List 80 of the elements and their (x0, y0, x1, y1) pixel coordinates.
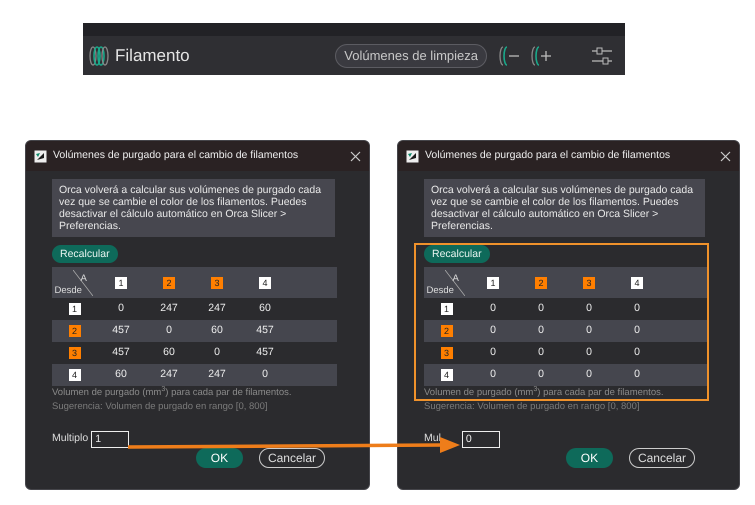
ok-button[interactable]: OK (566, 448, 613, 468)
filament-swatch: 1 (487, 276, 499, 288)
recalculate-button[interactable]: Recalcular (52, 245, 118, 263)
dialog-title: Volúmenes de purgado para el cambio de filamentos (425, 148, 670, 164)
table-cell-text: 0 (117, 301, 125, 316)
filament-swatch: 3 (68, 347, 80, 359)
table-cell-text: 0 (489, 367, 497, 382)
table-cell-text: 60 (114, 367, 128, 382)
table-cell-text: 0 (489, 301, 497, 316)
table-cell-text: 0 (165, 323, 173, 338)
filament-swatch: 3 (440, 347, 452, 359)
table-cell-text: 247 (159, 301, 179, 316)
table-cell-text: 0 (585, 345, 593, 360)
table-cell-text: 0 (633, 323, 641, 338)
info-message: Orca volverá a calcular sus volúmenes de purgado cada vez que se cambie el color de los filamentos. Puedes desactivar el cálculo automático en Orca Slicer > Preferencias. (52, 179, 335, 237)
table-cell-text: 0 (489, 345, 497, 360)
table-cell-text: 457 (255, 323, 275, 338)
table-cell-text: 0 (585, 367, 593, 382)
app-logo-icon (406, 150, 419, 162)
multiplier-field[interactable]: 0 (462, 430, 500, 448)
volume-note: Volumen de purgado (mm$^{3}$) para cada par de filamentos. (424, 387, 664, 399)
table-cell-text: 0 (213, 345, 221, 360)
range-hint: Sugerencia: Volumen de purgado en rango [0, 800] (52, 401, 268, 413)
info-message: Orca volverá a calcular sus volúmenes de purgado cada vez que se cambie el color de los filamentos. Puedes desactivar el cálculo automático en Orca Slicer > Preferencias. (424, 179, 705, 237)
table-cell-text: 457 (255, 345, 275, 360)
spool-icon (89, 44, 109, 66)
table-cell-text: 457 (111, 323, 131, 338)
filament-swatch: 4 (259, 276, 271, 288)
dialog-title: Volúmenes de purgado para el cambio de filamentos (53, 148, 298, 164)
filament-swatch: 2 (68, 325, 80, 337)
table-cell-text: 247 (207, 367, 227, 382)
table-cell-text: 457 (111, 345, 131, 360)
row-axis-label: Desde (54, 284, 82, 298)
table-cell-text: 247 (159, 367, 179, 382)
filament-swatch: 2 (440, 325, 452, 337)
column-axis-label: A (80, 272, 87, 286)
filament-swatch: 1 (68, 303, 80, 315)
recalculate-button[interactable]: Recalcular (424, 245, 490, 263)
filament-swatch: 3 (583, 276, 595, 288)
filament-swatch: 4 (440, 369, 452, 381)
purge-volumes-button[interactable]: Volúmenes de limpieza (335, 44, 487, 68)
app-logo-icon (34, 150, 47, 162)
filament-swatch: 1 (115, 276, 127, 288)
volume-note: Volumen de purgado (mm$^{3}$) para cada par de filamentos. (52, 387, 292, 399)
close-icon[interactable] (350, 150, 361, 162)
filament-swatch: 2 (163, 276, 175, 288)
range-hint: Sugerencia: Volumen de purgado en rango [0, 800] (424, 401, 640, 413)
table-cell-text: 0 (585, 301, 593, 316)
table-cell-text: 0 (633, 345, 641, 360)
table-cell-text: 0 (537, 345, 545, 360)
table-cell-text: 0 (633, 301, 641, 316)
filament-swatch: 3 (211, 276, 223, 288)
add-filament-icon[interactable] (531, 44, 553, 66)
settings-icon[interactable] (591, 44, 613, 66)
filament-swatch: 4 (631, 276, 643, 288)
table-cell-text: 0 (489, 323, 497, 338)
table-cell-text: 0 (633, 367, 641, 382)
table-cell-text: 0 (261, 367, 269, 382)
filament-swatch: 1 (440, 303, 452, 315)
cancel-button[interactable]: Cancelar (628, 448, 695, 468)
toolbar-title: Filamento (115, 44, 190, 67)
table-cell-text: 247 (207, 301, 227, 316)
remove-filament-icon[interactable] (499, 44, 521, 66)
filament-swatch: 4 (68, 369, 80, 381)
filament-swatch: 2 (535, 276, 547, 288)
ok-button[interactable]: OK (196, 448, 243, 468)
close-icon[interactable] (720, 150, 731, 162)
cancel-button[interactable]: Cancelar (258, 448, 325, 468)
table-cell-text: 0 (537, 323, 545, 338)
multiplier-field[interactable]: 1 (91, 430, 130, 448)
table-cell-text: 60 (258, 301, 272, 316)
table-cell-text: 60 (162, 345, 176, 360)
multiplier-label: Mul (424, 431, 441, 446)
table-cell-text: 0 (585, 323, 593, 338)
table-cell-text: 0 (537, 367, 545, 382)
multiplier-label: Multiplo (52, 431, 88, 446)
table-cell-text: 0 (537, 301, 545, 316)
table-cell-text: 60 (210, 323, 224, 338)
row-axis-label: Desde (426, 284, 454, 298)
column-axis-label: A (452, 272, 459, 286)
